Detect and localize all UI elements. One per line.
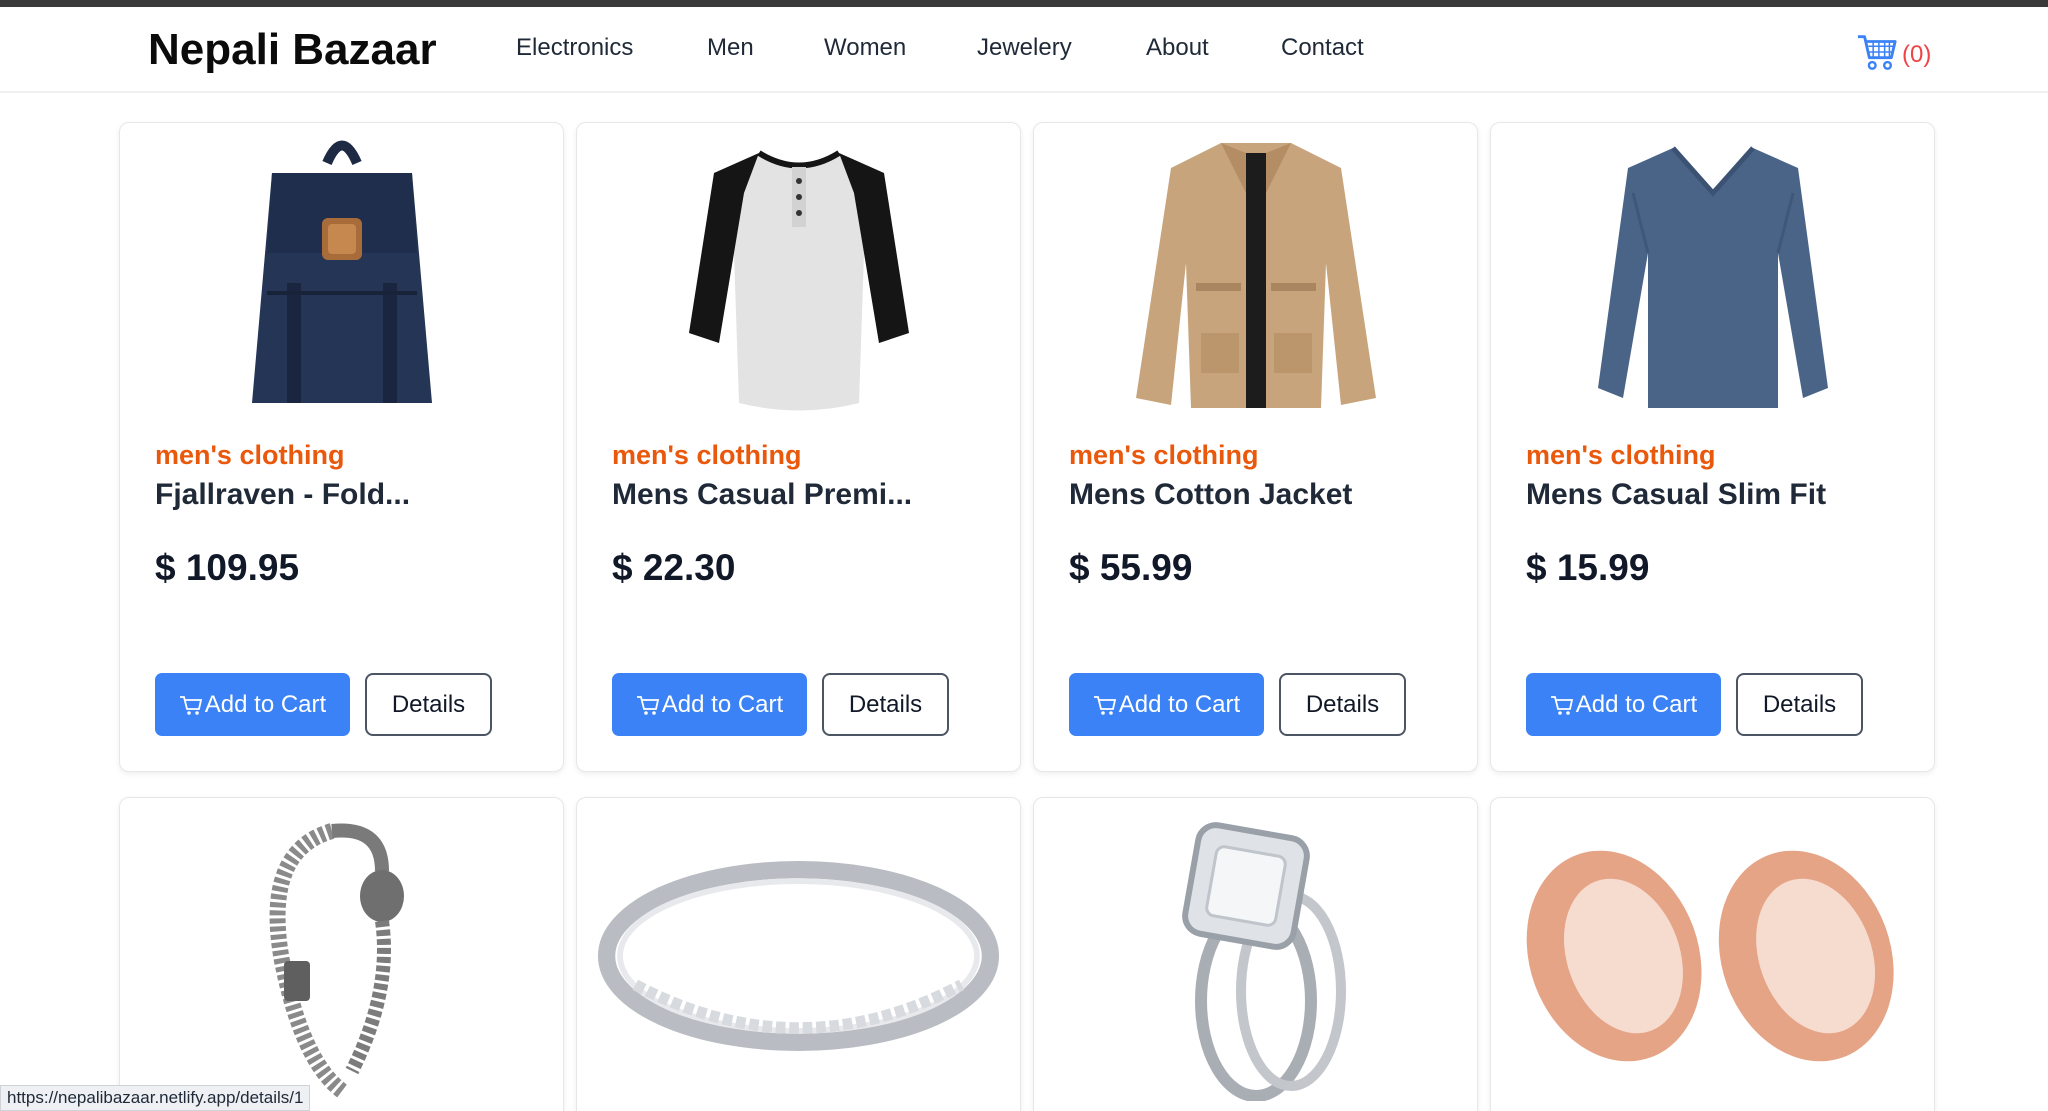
halo-engagement-ring-image bbox=[1181, 821, 1346, 1101]
window-top-border bbox=[0, 0, 2048, 7]
product-category: men's clothing bbox=[1069, 440, 1259, 470]
add-to-cart-button[interactable]: Add to Cart bbox=[612, 673, 807, 736]
raglan-shirt-image bbox=[688, 150, 909, 411]
product-title: Mens Cotton Jacket bbox=[1069, 478, 1353, 511]
status-bar-url: https://nepalibazaar.netlify.app/details… bbox=[0, 1085, 311, 1111]
details-button[interactable]: Details bbox=[365, 673, 492, 736]
product-card bbox=[576, 797, 1021, 1111]
cart-icon bbox=[1550, 695, 1573, 715]
dragon-bracelet-image bbox=[269, 822, 404, 1097]
product-price: $ 109.95 bbox=[155, 547, 300, 588]
add-to-cart-button[interactable]: Add to Cart bbox=[1069, 673, 1264, 736]
product-image[interactable] bbox=[140, 133, 543, 413]
longsleeve-shirt-image bbox=[1597, 146, 1828, 408]
nav-link-jewelery[interactable]: Jewelery bbox=[977, 34, 1072, 62]
product-price: $ 22.30 bbox=[612, 547, 736, 588]
product-price: $ 55.99 bbox=[1069, 547, 1193, 588]
product-image[interactable] bbox=[140, 808, 543, 1103]
cart-icon bbox=[636, 695, 659, 715]
product-price: $ 15.99 bbox=[1526, 547, 1650, 588]
product-image[interactable] bbox=[1511, 133, 1914, 413]
product-card bbox=[1490, 797, 1935, 1111]
brand-logo[interactable]: Nepali Bazaar bbox=[148, 25, 437, 75]
product-category: men's clothing bbox=[612, 440, 802, 470]
add-to-cart-label: Add to Cart bbox=[1118, 690, 1241, 718]
product-card: men's clothing Fjallraven - Fold... $ 10… bbox=[119, 122, 564, 772]
eternity-band-ring-image bbox=[597, 860, 1000, 1051]
add-to-cart-label: Add to Cart bbox=[661, 690, 784, 718]
nav-link-about[interactable]: About bbox=[1146, 34, 1209, 62]
product-card: men's clothing Mens Casual Premi... $ 22… bbox=[576, 122, 1021, 772]
add-to-cart-button[interactable]: Add to Cart bbox=[155, 673, 350, 736]
product-title: Mens Casual Premi... bbox=[612, 478, 913, 511]
product-category: men's clothing bbox=[1526, 440, 1716, 470]
navbar: Nepali Bazaar Electronics Men Women Jewe… bbox=[0, 7, 2048, 93]
details-button[interactable]: Details bbox=[1279, 673, 1406, 736]
product-card: men's clothing Mens Cotton Jacket $ 55.9… bbox=[1033, 122, 1478, 772]
cart-button[interactable]: (0) bbox=[1856, 31, 1931, 78]
product-image[interactable] bbox=[597, 808, 1000, 1103]
product-category: men's clothing bbox=[155, 440, 345, 470]
jacket-image bbox=[1135, 143, 1376, 408]
cart-count: (0) bbox=[1902, 40, 1932, 68]
product-title: Fjallraven - Fold... bbox=[155, 478, 411, 511]
product-title: Mens Casual Slim Fit bbox=[1526, 478, 1827, 511]
add-to-cart-button[interactable]: Add to Cart bbox=[1526, 673, 1721, 736]
cart-icon bbox=[1093, 695, 1116, 715]
nav-link-contact[interactable]: Contact bbox=[1281, 34, 1364, 62]
nav-link-women[interactable]: Women bbox=[824, 34, 906, 62]
add-to-cart-label: Add to Cart bbox=[204, 690, 327, 718]
nav-link-men[interactable]: Men bbox=[707, 34, 754, 62]
shopping-cart-icon bbox=[1856, 31, 1898, 78]
rose-gold-tunnel-plugs-image bbox=[1526, 850, 1894, 1061]
product-image[interactable] bbox=[1054, 808, 1457, 1103]
product-image[interactable] bbox=[1054, 133, 1457, 413]
product-card bbox=[1033, 797, 1478, 1111]
nav-link-electronics[interactable]: Electronics bbox=[516, 34, 633, 62]
product-card bbox=[119, 797, 564, 1111]
add-to-cart-label: Add to Cart bbox=[1575, 690, 1698, 718]
backpack-image bbox=[251, 140, 432, 403]
product-image[interactable] bbox=[597, 133, 1000, 413]
details-button[interactable]: Details bbox=[822, 673, 949, 736]
product-card: men's clothing Mens Casual Slim Fit $ 15… bbox=[1490, 122, 1935, 772]
details-button[interactable]: Details bbox=[1736, 673, 1863, 736]
product-image[interactable] bbox=[1511, 808, 1914, 1103]
cart-icon bbox=[179, 695, 202, 715]
